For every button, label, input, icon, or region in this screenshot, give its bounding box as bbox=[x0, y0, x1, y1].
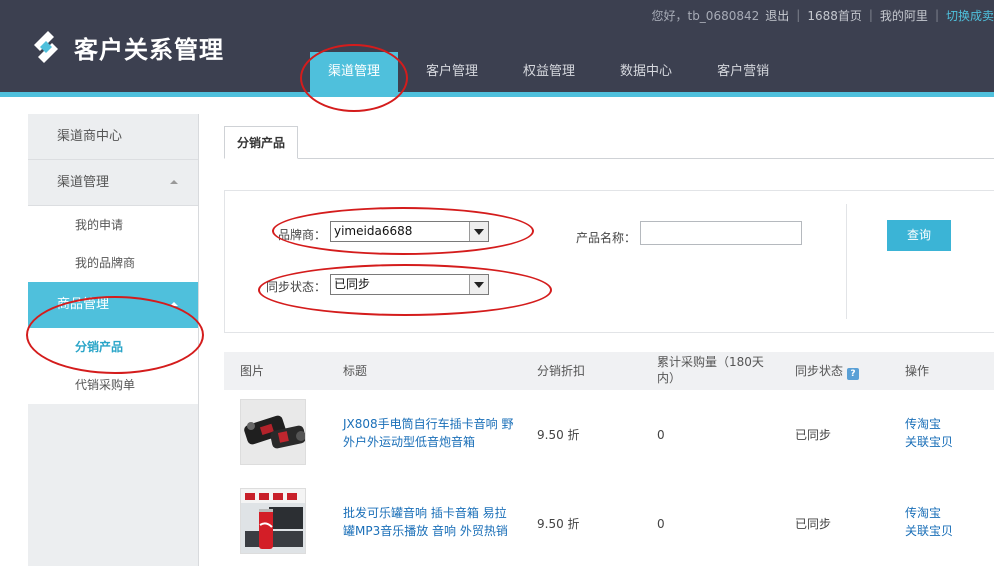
sidebar-item-label: 商品管理 bbox=[57, 297, 110, 312]
logout-link[interactable]: 退出 bbox=[765, 7, 789, 24]
dropdown-arrow-icon[interactable] bbox=[469, 222, 488, 241]
sidebar-item-label: 渠道管理 bbox=[57, 175, 110, 190]
my-alibaba-link[interactable]: 我的阿里 bbox=[880, 7, 928, 24]
sync-status-value: 已同步 bbox=[795, 517, 832, 531]
table-header: 图片 标题 分销折扣 累计采购量（180天内） 同步状态? 操作 bbox=[224, 352, 994, 390]
nav-channel-management[interactable]: 渠道管理 bbox=[310, 52, 399, 92]
top-header: 客户关系管理 您好，tb_0680842 退出 | 1688首页 | 我的阿里 … bbox=[0, 0, 994, 92]
top-links: 您好，tb_0680842 退出 | 1688首页 | 我的阿里 | 切换成卖 bbox=[651, 6, 994, 24]
product-name-label: 产品名称： bbox=[576, 231, 637, 245]
divider: | bbox=[934, 8, 939, 22]
nav-customer-marketing[interactable]: 客户营销 bbox=[697, 52, 789, 92]
sidebar-submenu-channel: 我的申请 我的品牌商 bbox=[28, 206, 198, 282]
upload-taobao-link[interactable]: 传淘宝 bbox=[905, 504, 941, 522]
brand-label: 品牌商： bbox=[278, 228, 327, 242]
query-button[interactable]: 查询 bbox=[887, 220, 951, 251]
column-header-title: 标题 bbox=[343, 364, 368, 378]
upload-taobao-link[interactable]: 传淘宝 bbox=[905, 415, 941, 433]
app-title: 客户关系管理 bbox=[74, 35, 224, 64]
column-header-discount: 分销折扣 bbox=[537, 364, 586, 378]
link-item-link[interactable]: 关联宝贝 bbox=[905, 522, 953, 540]
brand-select-value: yimeida6688 bbox=[334, 224, 413, 238]
sidebar-item-my-applications[interactable]: 我的申请 bbox=[28, 206, 198, 244]
header-accent-stripe bbox=[0, 92, 994, 97]
caret-up-icon bbox=[170, 302, 178, 306]
purchase-qty-value: 0 bbox=[657, 428, 665, 442]
column-header-actions: 操作 bbox=[905, 364, 930, 378]
divider: | bbox=[868, 8, 873, 22]
sync-status-value: 已同步 bbox=[795, 428, 832, 442]
product-thumbnail[interactable] bbox=[240, 399, 306, 465]
greeting-text: 您好，tb_0680842 bbox=[651, 8, 760, 23]
divider: | bbox=[796, 8, 801, 22]
caret-up-icon bbox=[170, 180, 178, 184]
sidebar-item-channel-management[interactable]: 渠道管理 bbox=[28, 160, 198, 206]
column-header-label: 同步状态 bbox=[795, 364, 844, 378]
sidebar-item-distribution-products[interactable]: 分销产品 bbox=[28, 328, 198, 366]
tab-bar: 分销产品 bbox=[224, 126, 994, 159]
sidebar-item-product-management[interactable]: 商品管理 bbox=[28, 282, 198, 328]
logo-icon bbox=[34, 31, 58, 63]
sidebar-item-channel-center[interactable]: 渠道商中心 bbox=[28, 114, 198, 160]
column-header-image: 图片 bbox=[240, 364, 265, 378]
table-row: JX808手电筒自行车插卡音响 野外户外运动型低音炮音箱 9.50 折 0 已同… bbox=[224, 390, 994, 480]
flashlight-speaker-image bbox=[241, 400, 305, 464]
product-thumbnail[interactable] bbox=[240, 488, 306, 554]
app-logo[interactable]: 客户关系管理 bbox=[26, 26, 224, 68]
column-header-purchase-qty: 累计采购量（180天内） bbox=[657, 355, 764, 385]
main-nav: 渠道管理 客户管理 权益管理 数据中心 客户营销 bbox=[310, 52, 794, 92]
switch-seller-link[interactable]: 切换成卖 bbox=[946, 7, 994, 24]
discount-value: 9.50 折 bbox=[537, 517, 580, 531]
help-icon[interactable]: ? bbox=[847, 368, 860, 380]
sidebar-item-consignment-orders[interactable]: 代销采购单 bbox=[28, 366, 198, 404]
link-item-link[interactable]: 关联宝贝 bbox=[905, 433, 953, 451]
tab-distribution-products[interactable]: 分销产品 bbox=[224, 126, 299, 159]
sidebar-submenu-product: 分销产品 代销采购单 bbox=[28, 328, 198, 404]
nav-customer-management[interactable]: 客户管理 bbox=[406, 52, 498, 92]
discount-value: 9.50 折 bbox=[537, 428, 580, 442]
dropdown-arrow-icon[interactable] bbox=[469, 275, 488, 294]
brand-select[interactable]: yimeida6688 bbox=[330, 221, 489, 242]
column-header-sync-status: 同步状态? bbox=[795, 363, 860, 380]
cola-can-speaker-image bbox=[241, 489, 305, 553]
product-title-link[interactable]: JX808手电筒自行车插卡音响 野外户外运动型低音炮音箱 bbox=[343, 415, 518, 451]
sync-status-select-value: 已同步 bbox=[334, 277, 371, 291]
sync-status-label: 同步状态： bbox=[266, 280, 327, 294]
nav-data-center[interactable]: 数据中心 bbox=[600, 52, 692, 92]
product-title-link[interactable]: 批发可乐罐音响 插卡音箱 易拉罐MP3音乐播放 音响 外贸热销 bbox=[343, 504, 518, 540]
home-link[interactable]: 1688首页 bbox=[807, 7, 862, 24]
product-name-input[interactable] bbox=[640, 221, 802, 245]
purchase-qty-value: 0 bbox=[657, 517, 665, 531]
nav-rights-management[interactable]: 权益管理 bbox=[503, 52, 595, 92]
divider bbox=[846, 204, 847, 319]
filter-panel bbox=[224, 190, 994, 333]
sync-status-select[interactable]: 已同步 bbox=[330, 274, 489, 295]
sidebar-item-my-brands[interactable]: 我的品牌商 bbox=[28, 244, 198, 282]
table-row: 批发可乐罐音响 插卡音箱 易拉罐MP3音乐播放 音响 外贸热销 9.50 折 0… bbox=[224, 479, 994, 566]
sidebar: 渠道商中心 渠道管理 我的申请 我的品牌商 商品管理 分销产品 代销采购单 bbox=[28, 114, 199, 566]
